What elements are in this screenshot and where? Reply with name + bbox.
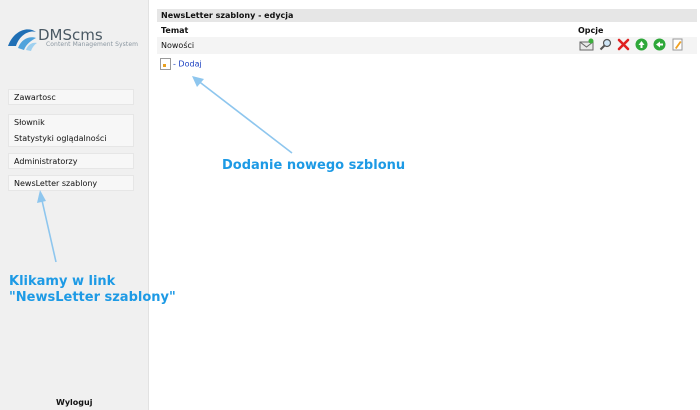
sidebar-group-slownik-statystyki: Słownik Statystyki oglądalności: [8, 114, 134, 147]
logo-subtitle: Content Management System: [46, 41, 139, 48]
sidebar-item-label: NewsLetter szablony: [14, 179, 98, 188]
add-template-link[interactable]: - Dodaj: [160, 58, 202, 70]
sidebar-item-administratorzy[interactable]: Administratorzy: [8, 153, 134, 169]
logout-link[interactable]: Wyloguj: [56, 398, 92, 407]
annotation-new-template: Dodanie nowego szblonu: [222, 158, 406, 173]
annotation-click-link: Klikamy w link "NewsLetter szablony": [9, 274, 176, 306]
row-temat: Nowości: [161, 41, 195, 50]
annotation-line-2: "NewsLetter szablony": [9, 290, 176, 305]
sidebar-item-label: Administratorzy: [14, 157, 78, 166]
sidebar-item-newsletter[interactable]: NewsLetter szablony: [8, 175, 134, 191]
table-header: Temat Opcje: [157, 25, 697, 37]
column-header-temat: Temat: [161, 26, 189, 35]
move-up-icon[interactable]: [635, 38, 648, 51]
move-down-icon[interactable]: [653, 38, 666, 51]
page-title: NewsLetter szablony - edycja: [157, 9, 697, 22]
table-row: Nowości: [157, 37, 697, 54]
sidebar-item-zawartosc[interactable]: Zawartosc: [8, 89, 134, 105]
add-document-icon: [160, 58, 171, 70]
sidebar: DMScms Content Management System Zawarto…: [0, 0, 149, 410]
edit-icon[interactable]: [671, 38, 684, 51]
preview-icon[interactable]: [599, 38, 612, 51]
add-link-label: - Dodaj: [173, 59, 202, 69]
sidebar-item-label: Zawartosc: [14, 93, 56, 102]
column-header-opcje: Opcje: [578, 26, 604, 35]
annotation-line-1: Klikamy w link: [9, 274, 116, 289]
sidebar-item-statystyki[interactable]: Statystyki oglądalności: [14, 131, 133, 147]
sidebar-item-slownik[interactable]: Słownik: [14, 115, 133, 131]
delete-icon[interactable]: [617, 38, 630, 51]
send-mail-icon[interactable]: [579, 38, 595, 51]
